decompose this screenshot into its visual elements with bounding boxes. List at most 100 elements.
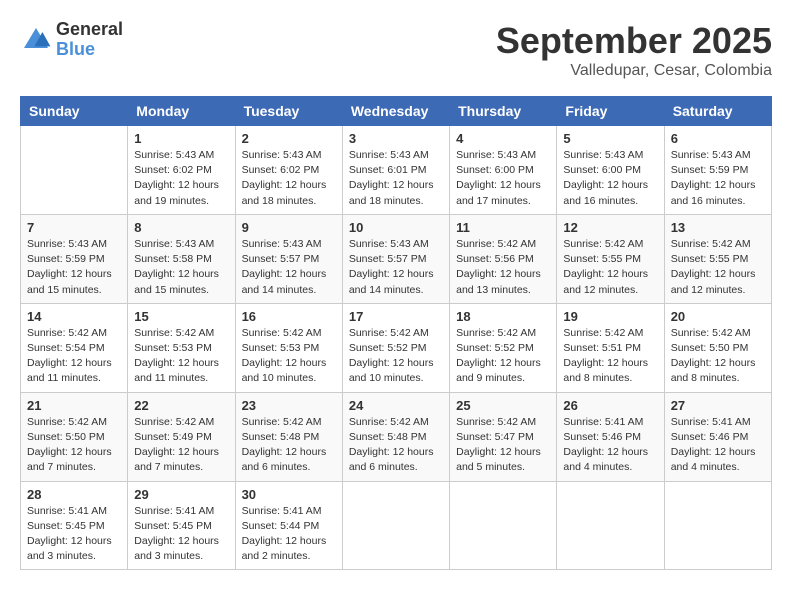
calendar-cell: 8Sunrise: 5:43 AM Sunset: 5:58 PM Daylig… bbox=[128, 214, 235, 303]
calendar-cell: 26Sunrise: 5:41 AM Sunset: 5:46 PM Dayli… bbox=[557, 392, 664, 481]
week-row-4: 21Sunrise: 5:42 AM Sunset: 5:50 PM Dayli… bbox=[21, 392, 772, 481]
calendar-cell bbox=[664, 481, 771, 570]
day-info: Sunrise: 5:42 AM Sunset: 5:52 PM Dayligh… bbox=[349, 326, 443, 387]
week-row-1: 1 Sunrise: 5:43 AM Sunset: 6:02 PM Daylig… bbox=[21, 126, 772, 215]
day-info: Sunrise: 5:43 AM Sunset: 6:00 PM Dayligh… bbox=[563, 148, 657, 209]
day-number: 22 bbox=[134, 398, 228, 413]
logo-line1: General bbox=[56, 20, 123, 40]
header-day-friday: Friday bbox=[557, 97, 664, 126]
calendar-cell: 28 Sunrise: 5:41 AM Sunset: 5:45 PM Dayli… bbox=[21, 481, 128, 570]
day-info: Sunrise: 5:42 AM Sunset: 5:50 PM Dayligh… bbox=[27, 415, 121, 476]
day-info: Sunrise: 5:42 AM Sunset: 5:53 PM Dayligh… bbox=[134, 326, 228, 387]
calendar-cell: 5 Sunrise: 5:43 AM Sunset: 6:00 PM Daylig… bbox=[557, 126, 664, 215]
day-info: Sunrise: 5:42 AM Sunset: 5:52 PM Dayligh… bbox=[456, 326, 550, 387]
header-row: SundayMondayTuesdayWednesdayThursdayFrid… bbox=[21, 97, 772, 126]
day-info: Sunrise: 5:42 AM Sunset: 5:50 PM Dayligh… bbox=[671, 326, 765, 387]
day-info: Sunrise: 5:42 AM Sunset: 5:47 PM Dayligh… bbox=[456, 415, 550, 476]
calendar-header: SundayMondayTuesdayWednesdayThursdayFrid… bbox=[21, 97, 772, 126]
day-number: 28 bbox=[27, 487, 121, 502]
day-info: Sunrise: 5:42 AM Sunset: 5:54 PM Dayligh… bbox=[27, 326, 121, 387]
day-info: Sunrise: 5:43 AM Sunset: 5:58 PM Dayligh… bbox=[134, 237, 228, 298]
day-number: 2 bbox=[242, 131, 336, 146]
day-number: 20 bbox=[671, 309, 765, 324]
month-title: September 2025 bbox=[496, 20, 772, 62]
week-row-3: 14 Sunrise: 5:42 AM Sunset: 5:54 PM Dayli… bbox=[21, 303, 772, 392]
title-area: September 2025 Valledupar, Cesar, Colomb… bbox=[496, 20, 772, 80]
day-info: Sunrise: 5:41 AM Sunset: 5:45 PM Dayligh… bbox=[134, 504, 228, 565]
calendar-cell: 3 Sunrise: 5:43 AM Sunset: 6:01 PM Daylig… bbox=[342, 126, 449, 215]
day-number: 9 bbox=[242, 220, 336, 235]
day-number: 15 bbox=[134, 309, 228, 324]
day-info: Sunrise: 5:43 AM Sunset: 6:02 PM Dayligh… bbox=[242, 148, 336, 209]
day-info: Sunrise: 5:42 AM Sunset: 5:51 PM Dayligh… bbox=[563, 326, 657, 387]
calendar-cell: 24Sunrise: 5:42 AM Sunset: 5:48 PM Dayli… bbox=[342, 392, 449, 481]
header-day-thursday: Thursday bbox=[450, 97, 557, 126]
calendar-cell: 13 Sunrise: 5:42 AM Sunset: 5:55 PM Dayli… bbox=[664, 214, 771, 303]
day-info: Sunrise: 5:42 AM Sunset: 5:55 PM Dayligh… bbox=[563, 237, 657, 298]
calendar-cell: 29 Sunrise: 5:41 AM Sunset: 5:45 PM Dayli… bbox=[128, 481, 235, 570]
day-number: 18 bbox=[456, 309, 550, 324]
day-number: 4 bbox=[456, 131, 550, 146]
calendar-cell: 23 Sunrise: 5:42 AM Sunset: 5:48 PM Dayli… bbox=[235, 392, 342, 481]
calendar-body: 1 Sunrise: 5:43 AM Sunset: 6:02 PM Daylig… bbox=[21, 126, 772, 570]
calendar-cell: 15 Sunrise: 5:42 AM Sunset: 5:53 PM Dayli… bbox=[128, 303, 235, 392]
day-info: Sunrise: 5:42 AM Sunset: 5:56 PM Dayligh… bbox=[456, 237, 550, 298]
day-info: Sunrise: 5:43 AM Sunset: 6:00 PM Dayligh… bbox=[456, 148, 550, 209]
calendar-cell bbox=[450, 481, 557, 570]
day-info: Sunrise: 5:41 AM Sunset: 5:45 PM Dayligh… bbox=[27, 504, 121, 565]
day-info: Sunrise: 5:42 AM Sunset: 5:48 PM Dayligh… bbox=[242, 415, 336, 476]
day-info: Sunrise: 5:42 AM Sunset: 5:53 PM Dayligh… bbox=[242, 326, 336, 387]
day-number: 14 bbox=[27, 309, 121, 324]
calendar-cell: 30 Sunrise: 5:41 AM Sunset: 5:44 PM Dayli… bbox=[235, 481, 342, 570]
header-day-sunday: Sunday bbox=[21, 97, 128, 126]
day-info: Sunrise: 5:43 AM Sunset: 6:01 PM Dayligh… bbox=[349, 148, 443, 209]
calendar-cell: 4 Sunrise: 5:43 AM Sunset: 6:00 PM Daylig… bbox=[450, 126, 557, 215]
day-number: 16 bbox=[242, 309, 336, 324]
day-info: Sunrise: 5:42 AM Sunset: 5:48 PM Dayligh… bbox=[349, 415, 443, 476]
day-info: Sunrise: 5:43 AM Sunset: 5:59 PM Dayligh… bbox=[27, 237, 121, 298]
calendar-cell: 2 Sunrise: 5:43 AM Sunset: 6:02 PM Daylig… bbox=[235, 126, 342, 215]
logo-text: General Blue bbox=[56, 20, 123, 60]
page-header: General Blue September 2025 Valledupar, … bbox=[20, 20, 772, 80]
logo-icon bbox=[20, 24, 52, 56]
week-row-2: 7Sunrise: 5:43 AM Sunset: 5:59 PM Daylig… bbox=[21, 214, 772, 303]
logo-line2: Blue bbox=[56, 40, 123, 60]
day-info: Sunrise: 5:41 AM Sunset: 5:46 PM Dayligh… bbox=[563, 415, 657, 476]
calendar-cell: 17 Sunrise: 5:42 AM Sunset: 5:52 PM Dayli… bbox=[342, 303, 449, 392]
calendar-cell: 22 Sunrise: 5:42 AM Sunset: 5:49 PM Dayli… bbox=[128, 392, 235, 481]
day-number: 12 bbox=[563, 220, 657, 235]
day-number: 5 bbox=[563, 131, 657, 146]
day-info: Sunrise: 5:42 AM Sunset: 5:55 PM Dayligh… bbox=[671, 237, 765, 298]
day-info: Sunrise: 5:41 AM Sunset: 5:46 PM Dayligh… bbox=[671, 415, 765, 476]
day-info: Sunrise: 5:41 AM Sunset: 5:44 PM Dayligh… bbox=[242, 504, 336, 565]
calendar-cell: 6Sunrise: 5:43 AM Sunset: 5:59 PM Daylig… bbox=[664, 126, 771, 215]
calendar-cell bbox=[342, 481, 449, 570]
day-info: Sunrise: 5:42 AM Sunset: 5:49 PM Dayligh… bbox=[134, 415, 228, 476]
calendar-cell: 12 Sunrise: 5:42 AM Sunset: 5:55 PM Dayli… bbox=[557, 214, 664, 303]
day-number: 30 bbox=[242, 487, 336, 502]
day-info: Sunrise: 5:43 AM Sunset: 5:57 PM Dayligh… bbox=[242, 237, 336, 298]
day-number: 10 bbox=[349, 220, 443, 235]
day-number: 23 bbox=[242, 398, 336, 413]
calendar-cell: 20 Sunrise: 5:42 AM Sunset: 5:50 PM Dayli… bbox=[664, 303, 771, 392]
day-number: 17 bbox=[349, 309, 443, 324]
calendar-cell bbox=[557, 481, 664, 570]
day-number: 27 bbox=[671, 398, 765, 413]
header-day-saturday: Saturday bbox=[664, 97, 771, 126]
day-number: 25 bbox=[456, 398, 550, 413]
calendar-cell: 7Sunrise: 5:43 AM Sunset: 5:59 PM Daylig… bbox=[21, 214, 128, 303]
day-info: Sunrise: 5:43 AM Sunset: 5:57 PM Dayligh… bbox=[349, 237, 443, 298]
calendar-cell: 1Sunrise: 5:43 AM Sunset: 6:02 PM Daylig… bbox=[128, 126, 235, 215]
day-number: 1 bbox=[134, 131, 228, 146]
calendar-cell: 11 Sunrise: 5:42 AM Sunset: 5:56 PM Dayli… bbox=[450, 214, 557, 303]
day-number: 11 bbox=[456, 220, 550, 235]
calendar-cell: 21Sunrise: 5:42 AM Sunset: 5:50 PM Dayli… bbox=[21, 392, 128, 481]
calendar-cell: 27 Sunrise: 5:41 AM Sunset: 5:46 PM Dayli… bbox=[664, 392, 771, 481]
day-number: 13 bbox=[671, 220, 765, 235]
header-day-wednesday: Wednesday bbox=[342, 97, 449, 126]
calendar-cell: 25 Sunrise: 5:42 AM Sunset: 5:47 PM Dayli… bbox=[450, 392, 557, 481]
calendar: SundayMondayTuesdayWednesdayThursdayFrid… bbox=[20, 96, 772, 570]
day-number: 29 bbox=[134, 487, 228, 502]
calendar-cell bbox=[21, 126, 128, 215]
day-number: 3 bbox=[349, 131, 443, 146]
